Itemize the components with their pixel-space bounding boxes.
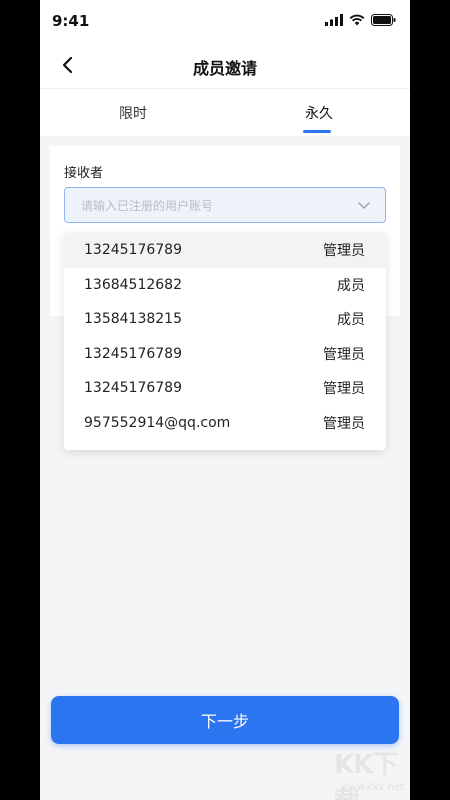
account-dropdown: 13245176789 管理员 13684512682 成员 135841382…: [64, 233, 386, 450]
tab-permanent[interactable]: 永久: [305, 103, 333, 123]
page-title: 成员邀请: [192, 59, 257, 78]
status-icons: [325, 14, 396, 26]
status-time: 9:41: [52, 12, 90, 30]
status-bar: 9:41: [40, 0, 410, 42]
receiver-label: 接收者: [64, 166, 104, 181]
phone-screen: 9:41 成员邀请 限时 永久 接收者 请输入已注册的用户账号 13245176…: [40, 0, 410, 800]
dropdown-item-role: 管理员: [323, 346, 365, 363]
dropdown-item-account: 13584138215: [84, 311, 182, 328]
nav-bar: 成员邀请: [40, 42, 410, 89]
receiver-input[interactable]: 请输入已注册的用户账号: [64, 187, 386, 223]
dropdown-item[interactable]: 13245176789 管理员: [64, 371, 386, 406]
dropdown-item-role: 成员: [337, 312, 365, 329]
tab-bar: 限时 永久: [40, 89, 410, 136]
receiver-placeholder: 请输入已注册的用户账号: [81, 199, 214, 213]
chevron-down-icon[interactable]: [357, 198, 371, 212]
dropdown-item-account: 13245176789: [84, 242, 182, 259]
dropdown-item[interactable]: 13684512682 成员: [64, 268, 386, 303]
tab-limited-time[interactable]: 限时: [119, 103, 147, 123]
next-step-button[interactable]: 下一步: [51, 696, 399, 744]
dropdown-item-role: 成员: [337, 277, 365, 294]
dropdown-item-account: 13245176789: [84, 380, 182, 397]
dropdown-item[interactable]: 957552914@qq.com 管理员: [64, 406, 386, 441]
dropdown-item[interactable]: 13584138215 成员: [64, 302, 386, 337]
battery-icon: [371, 14, 396, 26]
dropdown-item-account: 13684512682: [84, 276, 182, 293]
dropdown-item-account: 957552914@qq.com: [84, 414, 231, 431]
dropdown-item-account: 13245176789: [84, 345, 182, 362]
dropdown-item[interactable]: 13245176789 管理员: [64, 233, 386, 268]
dropdown-item-role: 管理员: [323, 243, 365, 260]
dropdown-item-role: 管理员: [323, 415, 365, 432]
watermark-sub: www.kkx.net: [340, 782, 404, 793]
active-tab-indicator: [303, 130, 331, 133]
wifi-icon: [349, 14, 365, 26]
dropdown-item[interactable]: 13245176789 管理员: [64, 337, 386, 372]
dropdown-item-role: 管理员: [323, 381, 365, 398]
signal-icon: [325, 14, 343, 26]
watermark-logo: KK下载 www.kkx.net: [332, 744, 410, 800]
